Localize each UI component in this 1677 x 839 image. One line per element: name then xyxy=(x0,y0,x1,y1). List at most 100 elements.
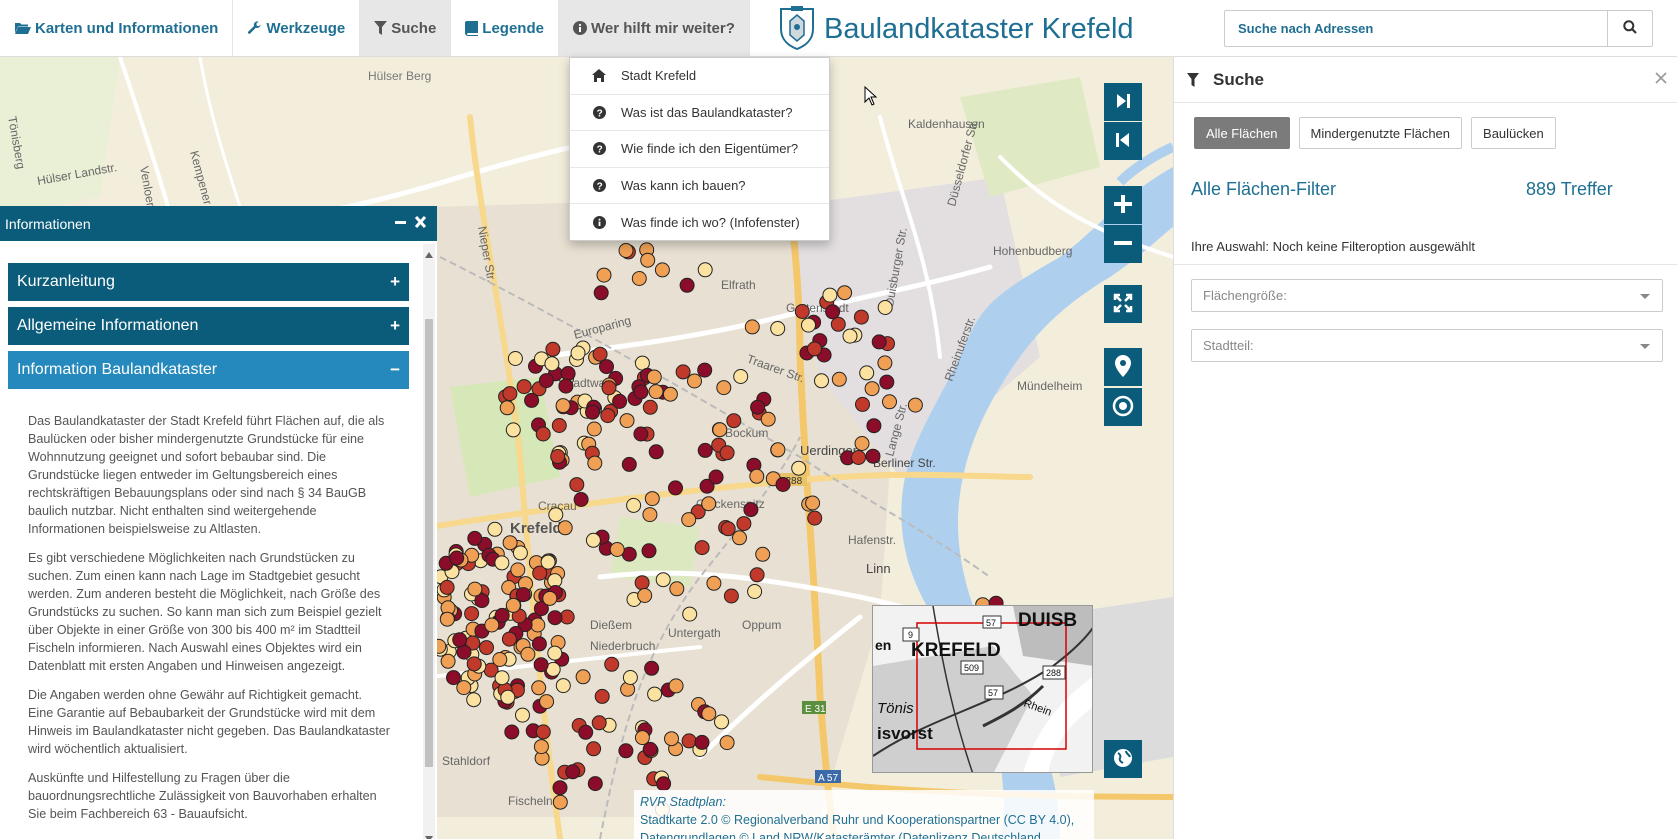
property-marker[interactable] xyxy=(539,694,555,710)
property-marker[interactable] xyxy=(604,656,620,672)
property-marker[interactable] xyxy=(494,670,510,686)
property-marker[interactable] xyxy=(733,369,749,384)
property-marker[interactable] xyxy=(516,379,532,395)
property-marker[interactable] xyxy=(719,735,735,751)
property-marker[interactable] xyxy=(805,495,821,511)
property-marker[interactable] xyxy=(807,510,823,526)
property-marker[interactable] xyxy=(801,317,816,333)
property-marker[interactable] xyxy=(882,394,897,410)
property-marker[interactable] xyxy=(646,369,662,385)
property-marker[interactable] xyxy=(565,764,581,780)
property-marker[interactable] xyxy=(641,543,657,559)
property-marker[interactable] xyxy=(907,397,923,413)
property-marker[interactable] xyxy=(515,587,531,603)
property-marker[interactable] xyxy=(515,707,530,723)
property-marker[interactable] xyxy=(642,507,658,523)
property-marker[interactable] xyxy=(569,477,585,493)
property-marker[interactable] xyxy=(600,408,616,424)
property-marker[interactable] xyxy=(726,413,742,429)
property-marker[interactable] xyxy=(500,689,516,705)
property-marker[interactable] xyxy=(586,741,602,757)
property-marker[interactable] xyxy=(681,733,697,749)
property-marker[interactable] xyxy=(439,611,455,627)
property-marker[interactable] xyxy=(633,426,649,442)
property-marker[interactable] xyxy=(877,300,893,315)
property-marker[interactable] xyxy=(467,530,483,546)
property-marker[interactable] xyxy=(593,285,609,301)
property-marker[interactable] xyxy=(648,444,664,460)
property-marker[interactable] xyxy=(851,450,866,465)
property-marker[interactable] xyxy=(555,678,571,694)
locate-me-button[interactable] xyxy=(1104,388,1142,426)
property-marker[interactable] xyxy=(879,374,895,390)
property-marker[interactable] xyxy=(634,575,650,591)
property-marker[interactable] xyxy=(547,610,563,626)
property-marker[interactable] xyxy=(668,678,684,694)
property-marker[interactable] xyxy=(871,334,887,350)
property-marker[interactable] xyxy=(612,393,628,409)
property-marker[interactable] xyxy=(535,426,551,442)
property-marker[interactable] xyxy=(587,776,603,792)
menu-legende[interactable]: Legende xyxy=(451,0,559,56)
property-marker[interactable] xyxy=(466,692,482,708)
menu-suche[interactable]: Suche xyxy=(360,0,452,56)
property-marker[interactable] xyxy=(464,606,480,622)
property-marker[interactable] xyxy=(706,575,722,591)
property-marker[interactable] xyxy=(502,386,518,402)
minimize-button[interactable] xyxy=(394,215,407,232)
property-marker[interactable] xyxy=(644,491,660,507)
property-marker[interactable] xyxy=(830,316,846,332)
property-marker[interactable] xyxy=(466,656,482,672)
property-marker[interactable] xyxy=(755,546,771,562)
menu-karten-und-informationen[interactable]: Karten und Informationen xyxy=(0,0,234,56)
property-marker[interactable] xyxy=(586,421,602,437)
property-marker[interactable] xyxy=(749,567,765,583)
property-marker[interactable] xyxy=(552,780,568,796)
property-marker[interactable] xyxy=(531,636,547,652)
property-marker[interactable] xyxy=(439,579,455,595)
property-marker[interactable] xyxy=(502,535,518,551)
menu-item-was-kann-ich-bauen[interactable]: ? Was kann ich bauen? xyxy=(570,168,829,204)
property-marker[interactable] xyxy=(619,413,635,429)
property-marker[interactable] xyxy=(551,418,567,433)
property-marker[interactable] xyxy=(744,319,760,335)
tab-alle-flaechen[interactable]: Alle Flächen xyxy=(1194,117,1290,149)
property-marker[interactable] xyxy=(621,456,637,472)
address-search-input[interactable] xyxy=(1224,10,1608,47)
property-marker[interactable] xyxy=(853,309,869,325)
property-marker[interactable] xyxy=(668,480,683,496)
property-marker[interactable] xyxy=(675,364,691,380)
property-marker[interactable] xyxy=(555,398,571,414)
property-marker[interactable] xyxy=(609,542,625,557)
property-marker[interactable] xyxy=(494,555,510,571)
scrollbar-thumb[interactable] xyxy=(425,319,433,767)
property-marker[interactable] xyxy=(662,386,678,402)
property-marker[interactable] xyxy=(749,468,765,484)
property-marker[interactable] xyxy=(760,411,776,427)
tab-bauluecken[interactable]: Baulücken xyxy=(1471,117,1556,149)
property-marker[interactable] xyxy=(492,652,508,667)
property-marker[interactable] xyxy=(626,497,642,513)
property-marker[interactable] xyxy=(550,449,566,464)
property-marker[interactable] xyxy=(524,392,540,408)
property-marker[interactable] xyxy=(599,359,614,375)
property-marker[interactable] xyxy=(507,351,523,366)
property-marker[interactable] xyxy=(633,384,649,400)
property-marker[interactable] xyxy=(631,271,647,286)
property-marker[interactable] xyxy=(712,422,728,438)
property-marker[interactable] xyxy=(531,680,547,696)
property-marker[interactable] xyxy=(814,373,829,389)
property-marker[interactable] xyxy=(791,460,807,476)
property-marker[interactable] xyxy=(682,606,698,622)
property-marker[interactable] xyxy=(575,669,591,685)
property-marker[interactable] xyxy=(859,365,875,381)
property-marker[interactable] xyxy=(640,252,656,268)
property-marker[interactable] xyxy=(452,632,468,648)
close-search-panel-button[interactable] xyxy=(1655,69,1667,89)
menu-item-wie-finde-ich-den-eigentuemer[interactable]: ? Wie finde ich den Eigentümer? xyxy=(570,131,829,168)
menu-wer-hilft-mir-weiter[interactable]: Wer hilft mir weiter? xyxy=(558,0,750,56)
address-search-button[interactable] xyxy=(1607,10,1653,47)
property-marker[interactable] xyxy=(655,572,671,588)
property-marker[interactable] xyxy=(542,590,558,606)
menu-item-stadt-krefeld[interactable]: Stadt Krefeld xyxy=(570,58,829,95)
